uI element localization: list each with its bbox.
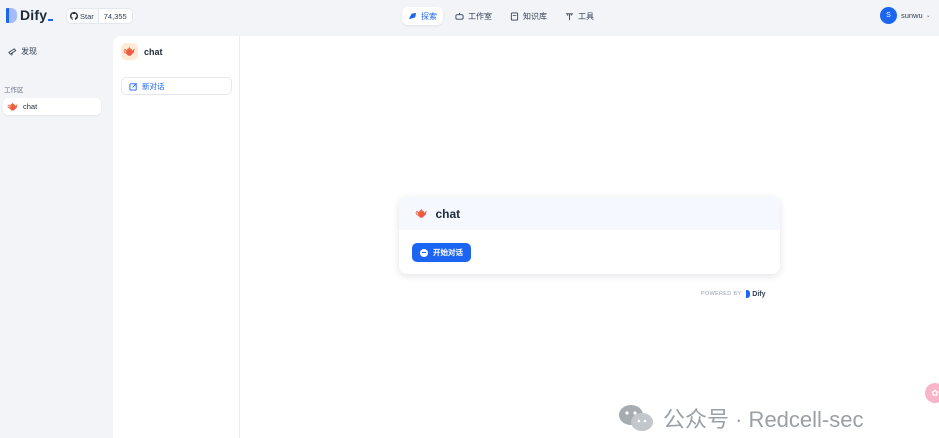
welcome-card-header: 🫖 chat xyxy=(399,197,780,230)
app-name: chat xyxy=(144,46,163,57)
sidebar-item-discover[interactable]: 发现 xyxy=(8,46,37,57)
robot-icon xyxy=(455,12,464,21)
user-menu[interactable]: S sunwu ⌄ xyxy=(880,7,931,24)
telescope-icon xyxy=(8,48,17,56)
welcome-card: 🫖 chat 开始对话 xyxy=(399,197,780,274)
sidebar: 发现 工作区 🫖 chat xyxy=(0,32,107,438)
watermark: 公众号 · Redcell-sec xyxy=(617,402,863,434)
github-star-button[interactable]: Star 74,355 xyxy=(66,8,133,24)
logo-dot xyxy=(48,18,54,21)
tool-icon xyxy=(565,12,574,21)
avatar: S xyxy=(880,7,897,24)
main-nav: 探索 工作室 知识库 工具 xyxy=(402,7,600,25)
nav-knowledge[interactable]: 知识库 xyxy=(504,7,553,25)
github-icon xyxy=(70,12,78,20)
welcome-title: chat xyxy=(435,206,461,221)
github-star[interactable]: Star xyxy=(67,9,99,23)
start-chat-label: 开始对话 xyxy=(433,248,463,257)
user-name: sunwu xyxy=(901,11,923,20)
chat-bubble-icon xyxy=(420,248,428,257)
teapot-icon: 🫖 xyxy=(7,101,19,111)
dify-logo-icon xyxy=(746,290,751,298)
new-chat-button[interactable]: 新对话 xyxy=(121,77,232,95)
powered-by: POWERED BY Dify xyxy=(701,290,766,298)
nav-tools-label: 工具 xyxy=(578,11,594,21)
conversation-panel: 🫖 chat 新对话 xyxy=(113,36,240,438)
new-chat-label: 新对话 xyxy=(142,81,165,91)
chevron-down-icon: ⌄ xyxy=(925,13,931,19)
nav-studio[interactable]: 工作室 xyxy=(449,7,498,25)
teapot-icon: 🫖 xyxy=(121,43,138,60)
sidebar-item-label: chat xyxy=(23,102,38,111)
app-header: 🫖 chat xyxy=(121,43,163,60)
wechat-icon xyxy=(619,405,653,431)
watermark-text: 公众号 · Redcell-sec xyxy=(663,407,864,432)
nav-tools[interactable]: 工具 xyxy=(559,7,600,25)
nav-explore[interactable]: 探索 xyxy=(402,7,443,25)
workspace-label: 工作区 xyxy=(4,87,24,94)
explore-icon xyxy=(408,12,417,21)
edit-icon xyxy=(129,82,137,91)
powered-brand: Dify xyxy=(752,290,766,298)
start-chat-button[interactable]: 开始对话 xyxy=(412,243,471,262)
powered-by-label: POWERED BY xyxy=(701,291,742,297)
dify-logo-icon xyxy=(6,7,17,23)
github-star-label: Star xyxy=(80,11,94,21)
floating-help-icon[interactable]: ✿ xyxy=(925,383,939,403)
logo-text: Dify xyxy=(20,7,48,23)
main-panel: 🫖 chat 新对话 🫖 chat 开始对话 POWERED BY Dify xyxy=(113,36,939,438)
nav-explore-label: 探索 xyxy=(421,11,437,21)
top-header: Dify Star 74,355 探索 工作室 知识库 工具 S sunwu ⌄ xyxy=(0,0,939,32)
github-star-count: 74,355 xyxy=(103,11,127,21)
sidebar-item-chat[interactable]: 🫖 chat xyxy=(3,98,101,115)
nav-studio-label: 工作室 xyxy=(468,11,492,21)
teapot-icon: 🫖 xyxy=(415,208,428,219)
discover-label: 发现 xyxy=(21,47,37,56)
dify-logo[interactable]: Dify xyxy=(6,7,54,23)
dify-mini-logo: Dify xyxy=(746,290,766,298)
nav-knowledge-label: 知识库 xyxy=(523,11,547,21)
book-icon xyxy=(510,11,519,21)
